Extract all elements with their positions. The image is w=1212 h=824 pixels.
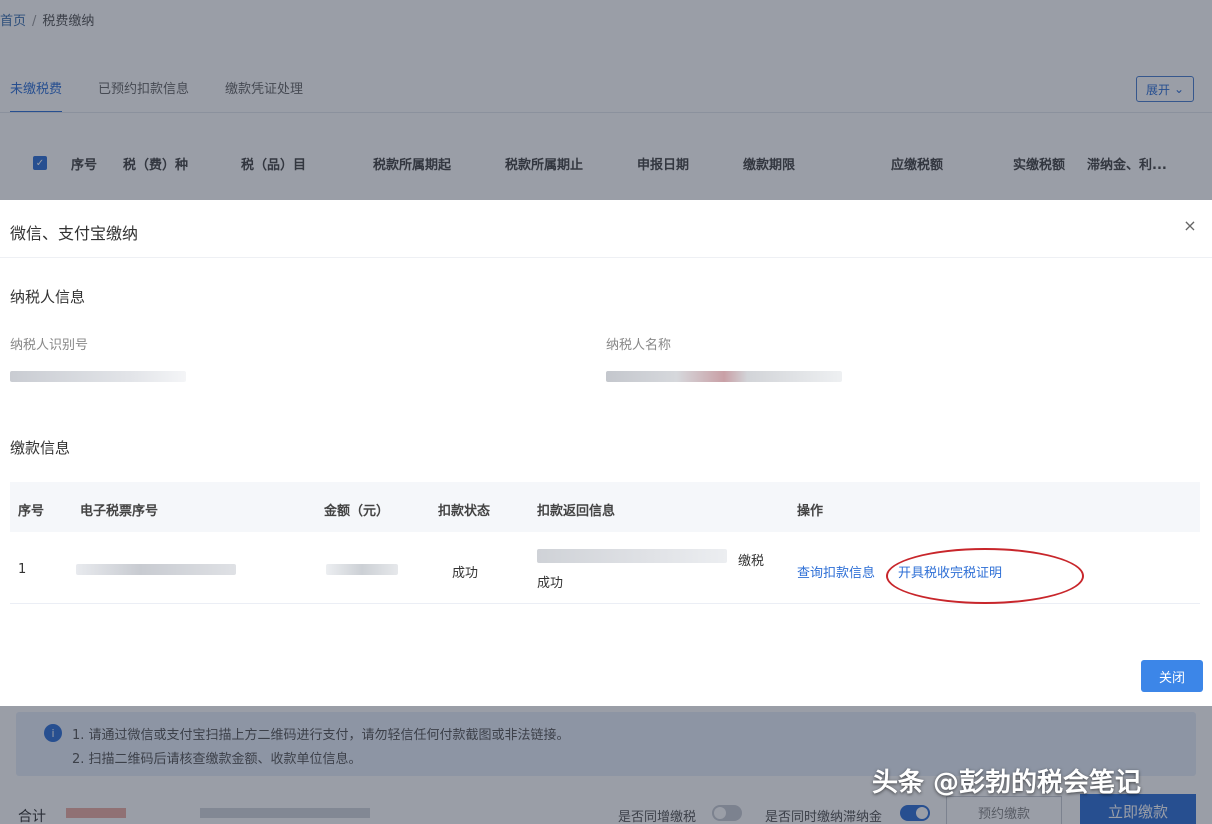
redacted-ticket-number [76,564,236,575]
table-header: 序号 电子税票序号 金额（元） 扣款状态 扣款返回信息 操作 [10,482,1200,532]
watermark: 头条 @彭勃的税会笔记 [872,768,1142,798]
redacted-taxpayer-id [10,371,186,382]
column-header: 序号 [18,504,45,519]
dialog-header: 微信、支付宝缴纳 × [0,200,1212,258]
column-header: 金额（元） [324,504,390,519]
return-info-line2: 成功 [537,576,564,591]
column-header: 操作 [797,504,824,519]
annotation-circle [886,548,1084,604]
taxpayer-id-label: 纳税人识别号 [10,338,89,353]
section-title-payment: 缴款信息 [10,439,71,457]
dialog-title: 微信、支付宝缴纳 [10,224,139,243]
query-deduction-link[interactable]: 查询扣款信息 [797,562,875,581]
redacted-return-info [537,549,727,563]
taxpayer-name-label: 纳税人名称 [606,338,672,353]
section-title-taxpayer: 纳税人信息 [10,288,86,306]
column-header: 扣款状态 [438,504,491,519]
deduction-status: 成功 [452,566,479,581]
close-button[interactable]: 关闭 [1141,660,1203,692]
payment-dialog: 微信、支付宝缴纳 × 纳税人信息 纳税人识别号 纳税人名称 缴款信息 序号 电子… [0,200,1212,706]
redacted-taxpayer-name [606,371,842,382]
column-header: 电子税票序号 [80,504,159,519]
row-index: 1 [18,562,27,577]
close-icon[interactable]: × [1182,218,1198,234]
redacted-amount [326,564,398,575]
column-header: 扣款返回信息 [537,504,616,519]
return-info-suffix: 缴税 [738,554,765,569]
